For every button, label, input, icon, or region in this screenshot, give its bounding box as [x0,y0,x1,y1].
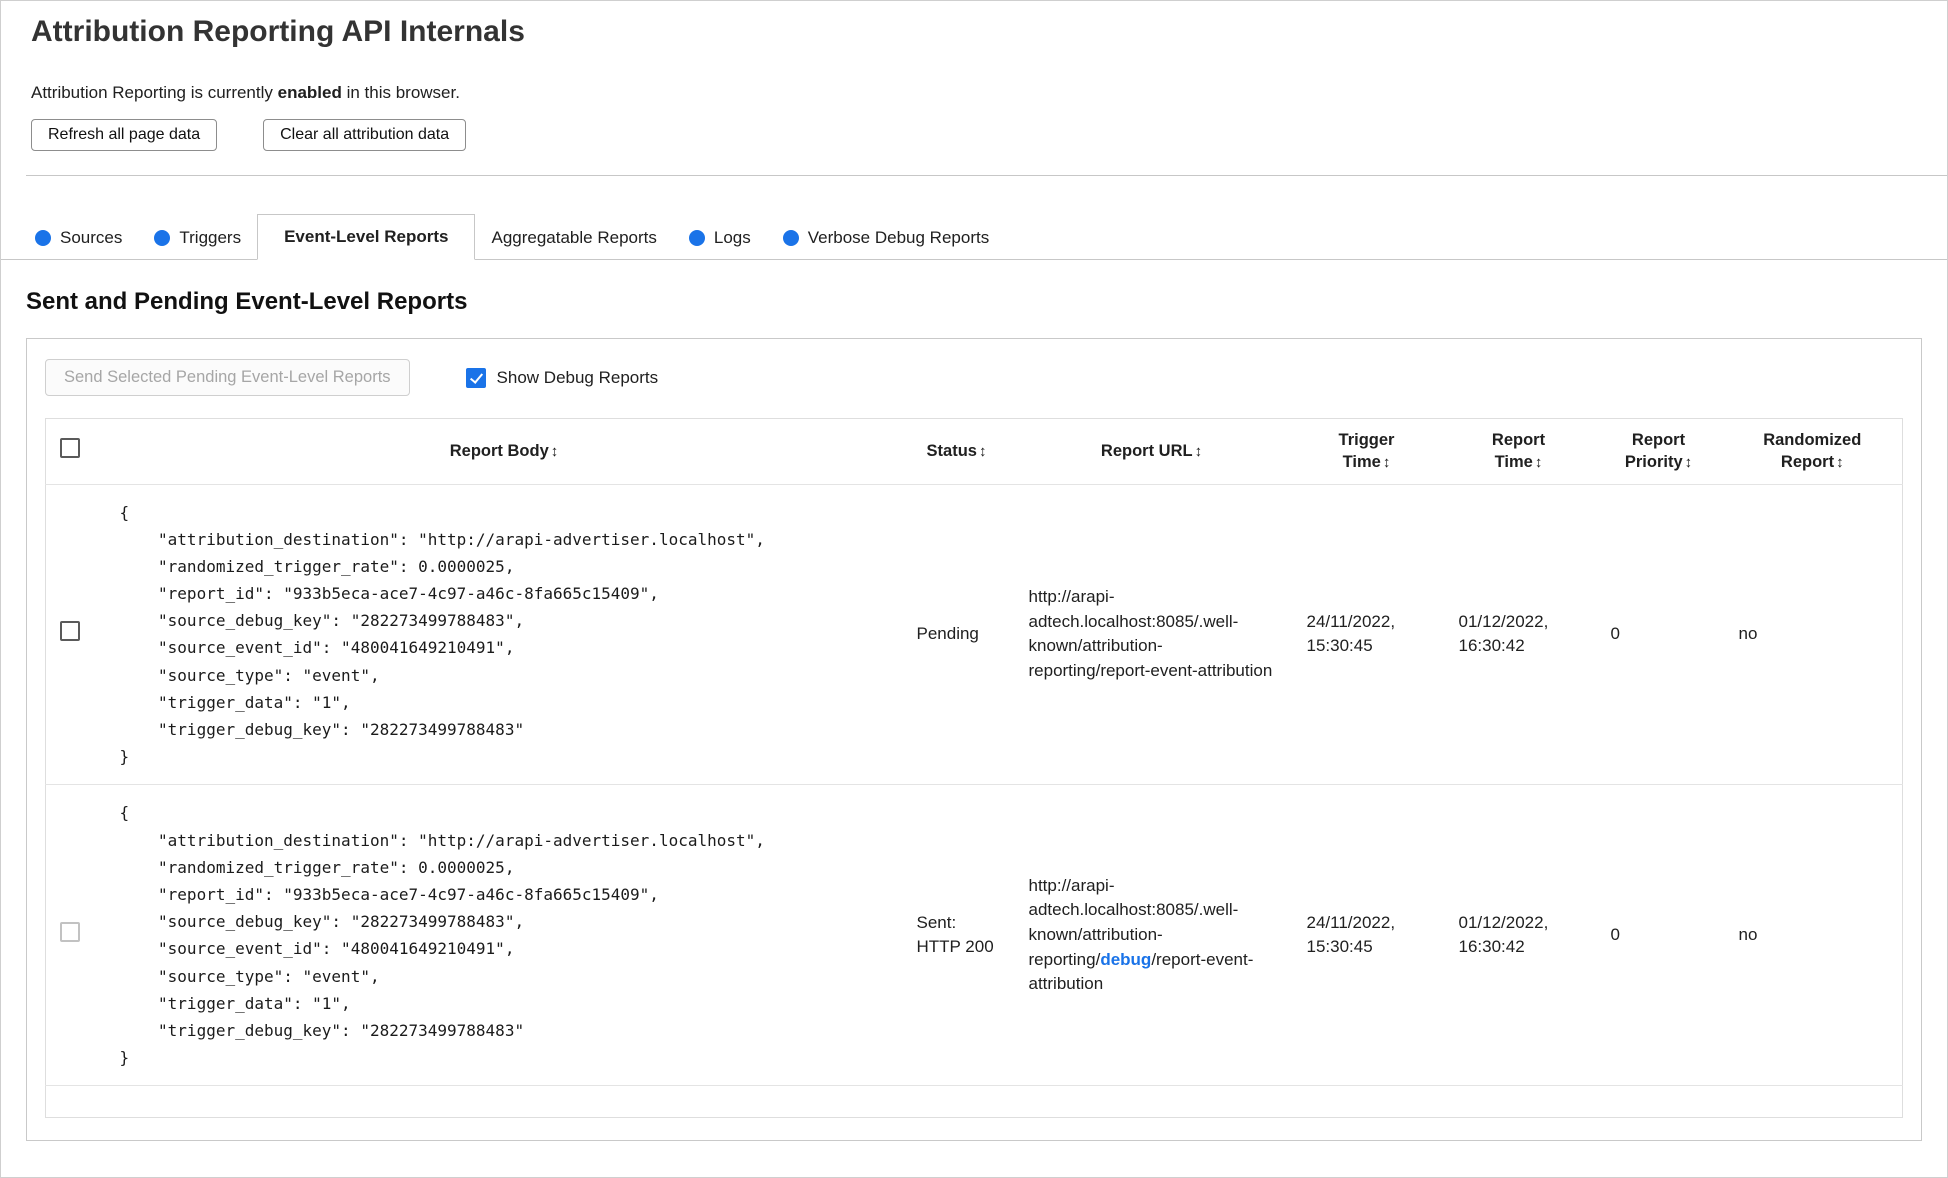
table-header-row: Report Body ↕ Status ↕ Report URL ↕ Trigger… [45,419,1903,485]
column-label: Report Priority [1624,431,1686,472]
tab-event-level-reports[interactable]: Event-Level Reports [257,214,476,260]
tab-triggers[interactable]: Triggers [138,217,257,259]
status-suffix: in this browser. [341,83,460,102]
tab-logs[interactable]: Logs [673,217,767,259]
report-time-cell: 01/12/2022, 16:30:42 [1458,912,1549,957]
column-label: Report URL [1100,442,1193,461]
sort-icon: ↕ [1534,454,1543,472]
report-url-cell: http://arapi-adtech.localhost:8085/.well… [1013,484,1291,785]
report-url-cell: http://arapi-adtech.localhost:8085/.well… [1013,785,1291,1086]
select-all-header-cell [46,419,108,485]
column-header-report-time[interactable]: Report Time ↕ [1443,419,1595,485]
page-frame: Attribution Reporting API Internals Attr… [0,0,1948,1178]
clear-all-button[interactable]: Clear all attribution data [263,119,467,151]
status-text: Attribution Reporting is currently enabl… [31,83,1917,103]
report-row: { "attribution_destination": "http://ara… [45,484,1903,785]
reports-table: Report Body ↕ Status ↕ Report URL ↕ Trigger… [45,418,1903,1119]
sort-icon: ↕ [1684,454,1693,472]
column-header-report-body[interactable]: Report Body ↕ [108,419,901,485]
tabstrip: Sources Triggers Event-Level Reports Agg… [1,214,1947,260]
debug-link[interactable]: debug [1100,950,1151,969]
tab-verbose-debug-reports[interactable]: Verbose Debug Reports [767,217,1005,259]
report-url-text: http://arapi-adtech.localhost:8085/.well… [1028,587,1273,681]
sort-icon: ↕ [1382,454,1391,472]
tab-label: Logs [713,228,751,247]
status-cell: Sent: HTTP 200 [916,912,994,957]
column-label: Report Body [449,442,549,461]
sort-icon: ↕ [1836,454,1844,472]
row-select-checkbox [60,921,80,942]
show-debug-label: Show Debug Reports [496,367,659,387]
report-controls: Send Selected Pending Event-Level Report… [45,359,1903,396]
column-label: Status [926,442,977,461]
blue-dot-icon [782,230,799,246]
blue-dot-icon [154,230,171,246]
divider [26,175,1947,176]
row-select-cell [46,484,108,785]
tab-label: Triggers [179,228,242,247]
tab-label: Aggregatable Reports [491,228,657,247]
send-selected-button[interactable]: Send Selected Pending Event-Level Report… [45,359,410,396]
column-header-report-url[interactable]: Report URL ↕ [1013,419,1291,485]
randomized-report-cell: no [1738,925,1758,945]
table-footer-cell [46,1086,1903,1118]
status-prefix: Attribution Reporting is currently [31,83,278,102]
column-label: Randomized Report [1763,431,1862,472]
status-enabled: enabled [277,83,342,102]
section-heading: Sent and Pending Event-Level Reports [26,288,468,315]
table-footer-strip [46,1086,1903,1118]
report-body-json: { "attribution_destination": "http://ara… [119,803,765,1068]
randomized-report-cell: no [1738,624,1758,644]
show-debug-control: Show Debug Reports [465,367,659,388]
select-all-checkbox[interactable] [60,438,80,459]
tab-label: Sources [60,228,123,247]
sort-icon: ↕ [1194,443,1203,461]
refresh-all-button[interactable]: Refresh all page data [31,119,218,151]
tab-label: Verbose Debug Reports [807,228,990,247]
report-time-cell: 01/12/2022, 16:30:42 [1458,611,1549,656]
column-header-trigger-time[interactable]: Trigger Time ↕ [1291,419,1443,485]
tab-sources[interactable]: Sources [19,217,138,259]
show-debug-checkbox[interactable] [465,367,486,388]
blue-dot-icon [35,230,51,246]
report-priority-cell: 0 [1610,624,1620,644]
trigger-time-cell: 24/11/2022, 15:30:45 [1306,912,1396,957]
report-priority-cell: 0 [1610,925,1620,945]
top-buttons: Refresh all page data Clear all attribut… [31,119,1917,151]
column-header-report-priority[interactable]: Report Priority ↕ [1595,419,1723,485]
report-body-cell: { "attribution_destination": "http://ara… [108,785,901,1086]
page-title: Attribution Reporting API Internals [31,15,525,48]
trigger-time-cell: 24/11/2022, 15:30:45 [1306,611,1396,656]
tab-aggregatable-reports[interactable]: Aggregatable Reports [475,217,672,259]
column-header-status[interactable]: Status ↕ [901,419,1013,485]
reports-panel: Send Selected Pending Event-Level Report… [26,338,1922,1142]
page-header: Attribution Reporting API Internals Attr… [1,15,1947,151]
sort-icon: ↕ [550,443,559,461]
report-body-cell: { "attribution_destination": "http://ara… [108,484,901,785]
tab-label: Event-Level Reports [284,227,449,246]
sort-icon: ↕ [978,443,987,461]
column-header-randomized-report[interactable]: Randomized Report ↕ [1723,419,1903,485]
row-select-cell [46,785,108,1086]
report-body-json: { "attribution_destination": "http://ara… [119,502,765,767]
status-cell: Pending [916,624,979,644]
blue-dot-icon [688,230,705,246]
row-select-checkbox[interactable] [60,620,80,641]
report-row: { "attribution_destination": "http://ara… [45,785,1903,1086]
tab-content: Sent and Pending Event-Level Reports Sen… [1,288,1947,1142]
